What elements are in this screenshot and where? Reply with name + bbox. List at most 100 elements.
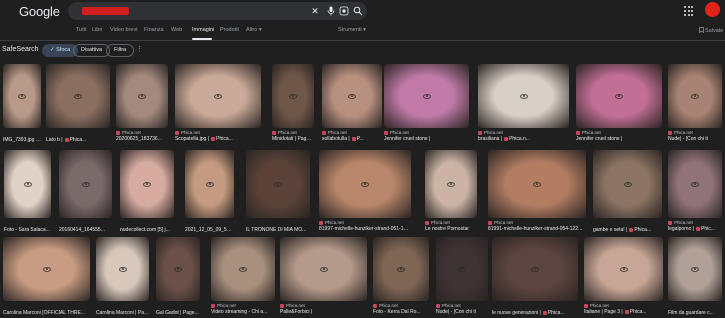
result-title[interactable]: 20200625_183736... xyxy=(116,136,168,142)
image-result[interactable]: Phica.net Minidotati | Page 3... xyxy=(272,64,314,142)
account-avatar[interactable] xyxy=(705,2,720,17)
blurred-thumbnail[interactable] xyxy=(373,237,429,301)
blurred-thumbnail[interactable] xyxy=(116,64,168,128)
result-title[interactable]: 81991-michelle-hunziker-strand-054-122..… xyxy=(488,226,586,232)
result-title[interactable]: 20160414_164555... xyxy=(59,227,112,233)
image-result[interactable]: Phica.net Jennifer cruel stone | xyxy=(384,64,469,142)
result-title[interactable]: IMG_7393.jpg |P... xyxy=(3,137,41,143)
result-source[interactable]: Phica.net xyxy=(373,303,429,308)
result-source[interactable]: Phica.net xyxy=(576,130,662,135)
result-source[interactable]: Phica.net xyxy=(488,220,586,225)
image-result[interactable]: Phica.net brasiliana | Phica.n... xyxy=(478,64,569,142)
safesearch-off-chip[interactable]: Disattiva xyxy=(73,44,111,57)
more-vert-icon[interactable]: ⋮ xyxy=(136,45,143,53)
blurred-thumbnail[interactable] xyxy=(156,237,200,301)
redacted-search-query[interactable] xyxy=(82,7,129,15)
image-result[interactable]: Phica.net Nude| - [Con chi ti xyxy=(668,64,722,142)
result-title[interactable]: Italiane | Page 3 | Phica... xyxy=(584,309,663,315)
blurred-thumbnail[interactable] xyxy=(384,64,469,128)
blurred-thumbnail[interactable] xyxy=(4,150,51,218)
result-source[interactable]: Phica.net xyxy=(384,130,469,135)
result-title[interactable]: Gal Gadot | Page... xyxy=(156,310,200,316)
blurred-thumbnail[interactable] xyxy=(478,64,569,128)
tab-web[interactable]: Web xyxy=(171,27,182,33)
search-icon[interactable] xyxy=(353,6,363,16)
blurred-thumbnail[interactable] xyxy=(246,150,310,218)
blurred-thumbnail[interactable] xyxy=(668,237,722,301)
result-title[interactable]: Le nostre Pornostar xyxy=(425,226,477,232)
tab-tutti[interactable]: Tutti xyxy=(76,27,87,33)
tab-finanza[interactable]: Finanza xyxy=(144,27,164,33)
image-result[interactable]: Phica.net Italiane | Page 3 | Phica... xyxy=(584,237,663,315)
result-source[interactable]: Phica.net xyxy=(319,220,411,225)
result-title[interactable]: brasiliana | Phica.n... xyxy=(478,136,569,142)
blurred-thumbnail[interactable] xyxy=(3,64,41,128)
blurred-thumbnail[interactable] xyxy=(492,237,578,301)
blurred-thumbnail[interactable] xyxy=(272,64,314,128)
tab-video-brevi[interactable]: Video brevi xyxy=(110,27,137,33)
google-logo[interactable]: Google xyxy=(19,4,60,19)
image-result[interactable]: Lato b | Phica... xyxy=(46,64,110,143)
image-result[interactable]: Carolina Marconi [OFFICIAL THRE... xyxy=(3,237,90,316)
result-source[interactable]: Phica.net xyxy=(211,303,275,308)
result-title[interactable]: 2021_12_05_09_52_... xyxy=(185,227,234,233)
result-title[interactable]: gambe e seta! | Phica... xyxy=(593,227,662,233)
saved-button[interactable]: Salvate xyxy=(699,27,723,34)
image-result[interactable]: Phica.net Le nostre Pornostar xyxy=(425,150,477,232)
image-result[interactable]: 2021_12_05_09_52_... xyxy=(185,150,234,233)
tab-immagini[interactable]: Immagini xyxy=(192,27,214,33)
result-source[interactable]: Phica.net xyxy=(116,130,168,135)
image-result[interactable]: le nuove generazioni | Phica... xyxy=(492,237,578,316)
image-result[interactable]: Carolina Marconi | Page... xyxy=(96,237,149,316)
blurred-thumbnail[interactable] xyxy=(175,64,261,128)
search-bar[interactable]: ✕ xyxy=(68,2,367,20)
image-result[interactable]: Phica.net sollabotulla | P... xyxy=(322,64,382,142)
result-title[interactable]: 81997-michelle-hunziker-strand-051-122..… xyxy=(319,226,411,232)
result-title[interactable]: Jennifer cruel stone | xyxy=(384,136,469,142)
blurred-thumbnail[interactable] xyxy=(59,150,112,218)
image-result[interactable]: Phica.net Scopatella.jpg | Phica... xyxy=(175,64,261,142)
result-title[interactable]: Scopatella.jpg | Phica... xyxy=(175,136,261,142)
tab-libri[interactable]: Libri xyxy=(92,27,102,33)
blurred-thumbnail[interactable] xyxy=(425,150,477,218)
blurred-thumbnail[interactable] xyxy=(584,237,663,301)
result-title[interactable]: Foto - Kerra Dal Ro... xyxy=(373,309,429,315)
blurred-thumbnail[interactable] xyxy=(46,64,110,128)
result-source[interactable]: Phica.net xyxy=(478,130,569,135)
safesearch-filter-chip[interactable]: Filtra xyxy=(106,44,135,57)
result-title[interactable]: Minidotati | Page 3... xyxy=(272,136,314,142)
blurred-thumbnail[interactable] xyxy=(185,150,234,218)
image-result[interactable]: IL TRONONE DI MIA MO... xyxy=(246,150,310,233)
image-result[interactable]: Phica.net legalporno | Phic... xyxy=(668,150,722,232)
result-source[interactable]: Phica.net xyxy=(436,303,488,308)
result-source[interactable]: Phica.net xyxy=(322,130,382,135)
result-source[interactable]: Phica.net xyxy=(272,130,314,135)
result-title[interactable]: Carolina Marconi [OFFICIAL THRE... xyxy=(3,310,90,316)
blurred-thumbnail[interactable] xyxy=(488,150,586,218)
blurred-thumbnail[interactable] xyxy=(319,150,411,218)
blurred-thumbnail[interactable] xyxy=(96,237,149,301)
result-source[interactable]: Phica.net xyxy=(280,303,367,308)
image-result[interactable]: Phica.net Video streaming - Chi a... xyxy=(211,237,275,315)
result-source[interactable]: Phica.net xyxy=(668,220,722,225)
result-title[interactable]: Jennifer cruel stone | xyxy=(576,136,662,142)
blurred-thumbnail[interactable] xyxy=(668,64,722,128)
blurred-thumbnail[interactable] xyxy=(593,150,662,218)
blurred-thumbnail[interactable] xyxy=(576,64,662,128)
blurred-thumbnail[interactable] xyxy=(668,150,722,218)
image-result[interactable]: Phica.net 20200625_183736... xyxy=(116,64,168,142)
result-title[interactable]: legalporno | Phic... xyxy=(668,226,722,232)
image-result[interactable]: gambe e seta! | Phica... xyxy=(593,150,662,233)
blurred-thumbnail[interactable] xyxy=(120,150,174,218)
blurred-thumbnail[interactable] xyxy=(436,237,488,301)
result-source[interactable]: Phica.net xyxy=(668,130,722,135)
result-title[interactable]: nudecollect.com [5] j... xyxy=(120,227,174,233)
image-result[interactable]: Foto - Sara Salaca... xyxy=(4,150,51,233)
result-title[interactable]: Film da guardare c... xyxy=(668,310,722,316)
microphone-icon[interactable] xyxy=(326,6,336,16)
blurred-thumbnail[interactable] xyxy=(280,237,367,301)
result-source[interactable]: Phica.net xyxy=(425,220,477,225)
result-title[interactable]: Nude| - [Con chi ti xyxy=(436,309,488,315)
tools-button[interactable]: Strumenti ▾ xyxy=(338,27,366,33)
tab-altro[interactable]: Altro ▾ xyxy=(246,27,262,33)
